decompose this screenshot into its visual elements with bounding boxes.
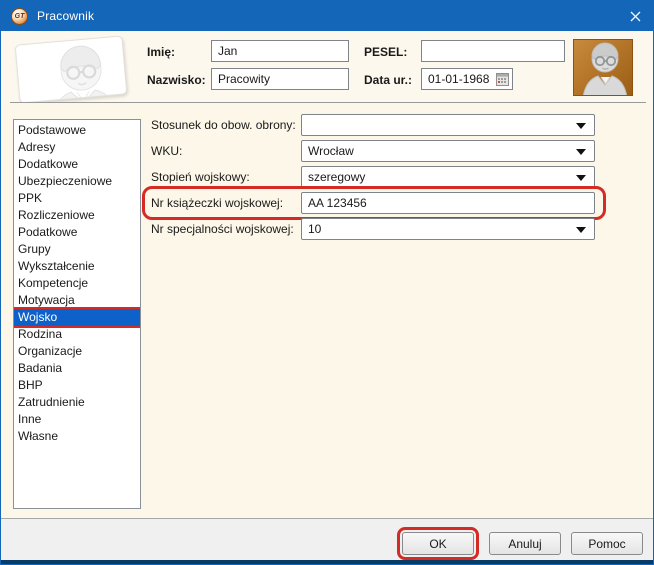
sidebar-item-dodatkowe[interactable]: Dodatkowe (14, 156, 140, 173)
id-card-watermark-person-icon (24, 37, 128, 103)
sidebar-item-ubezpieczeniowe[interactable]: Ubezpieczeniowe (14, 173, 140, 190)
form-row-nrspecjalnociwojskowej: Nr specjalności wojskowej: 10 (151, 218, 595, 240)
footer-button-anuluj[interactable]: Anuluj (489, 532, 561, 555)
employee-photo-person-icon (574, 40, 633, 96)
title-bar[interactable]: GT Pracownik (1, 1, 653, 31)
sidebar-item-adresy[interactable]: Adresy (14, 139, 140, 156)
wojsko-form: Stosunek do obow. obrony: WKU: Wrocław (151, 114, 595, 244)
sidebar-item-podatkowe[interactable]: Podatkowe (14, 224, 140, 241)
imie-value: Jan (218, 44, 237, 58)
sidebar-item-ppk[interactable]: PPK (14, 190, 140, 207)
chevron-down-icon[interactable] (576, 123, 586, 129)
form-row-value: AA 123456 (308, 196, 367, 210)
sidebar-item-bhp[interactable]: BHP (14, 377, 140, 394)
category-list: Podstawowe Adresy Dodatkowe Ubezpieczeni… (13, 119, 141, 509)
footer-bar: OK Anuluj Pomoc (1, 518, 653, 562)
form-row-label: WKU: (151, 144, 301, 158)
form-row-value: szeregowy (308, 170, 365, 184)
app-gt-icon: GT (11, 8, 28, 25)
form-row-value: 10 (308, 222, 321, 236)
footer-button-pomoc[interactable]: Pomoc (571, 532, 643, 555)
sidebar-item-rodzina[interactable]: Rodzina (14, 326, 140, 343)
form-row-nrksieczkiwojskowej: Nr książeczki wojskowej: AA 123456 (151, 192, 595, 214)
chevron-down-icon[interactable] (576, 175, 586, 181)
pracownik-dialog: GT Pracownik Imię: Jan N (0, 0, 654, 565)
close-icon (630, 11, 641, 22)
window-bottom-edge (1, 560, 653, 564)
sidebar-item-zatrudnienie[interactable]: Zatrudnienie (14, 394, 140, 411)
calendar-icon[interactable] (496, 73, 509, 89)
sidebar-item-rozliczeniowe[interactable]: Rozliczeniowe (14, 207, 140, 224)
footer-button-ok[interactable]: OK (402, 532, 474, 555)
form-row-value: Wrocław (308, 144, 354, 158)
form-row-field[interactable]: Wrocław (301, 140, 595, 162)
main-panel: Podstawowe Adresy Dodatkowe Ubezpieczeni… (1, 103, 653, 519)
nazwisko-input[interactable]: Pracowity (211, 68, 349, 90)
sidebar-item-wasne[interactable]: Własne (14, 428, 140, 445)
form-row-label: Stopień wojskowy: (151, 170, 301, 184)
header-panel: Imię: Jan Nazwisko: Pracowity PESEL: Dat… (1, 31, 653, 103)
form-row-wku: WKU: Wrocław (151, 140, 595, 162)
imie-input[interactable]: Jan (211, 40, 349, 62)
form-row-label: Nr książeczki wojskowej: (151, 196, 301, 210)
app-gt-icon-text: GT (15, 13, 25, 20)
imie-label: Imię: (147, 45, 175, 59)
sidebar-item-inne[interactable]: Inne (14, 411, 140, 428)
employee-photo[interactable] (573, 39, 633, 96)
form-row-label: Stosunek do obow. obrony: (151, 118, 301, 132)
data-ur-value: 01-01-1968 (428, 72, 489, 86)
sidebar-item-wojsko[interactable]: Wojsko (14, 309, 140, 326)
data-ur-label: Data ur.: (364, 73, 412, 87)
id-card-graphic (15, 35, 128, 103)
window-title: Pracownik (37, 9, 94, 23)
nazwisko-label: Nazwisko: (147, 73, 206, 87)
form-row-field[interactable]: AA 123456 (301, 192, 595, 214)
sidebar-item-podstawowe[interactable]: Podstawowe (14, 122, 140, 139)
chevron-down-icon[interactable] (576, 149, 586, 155)
close-button[interactable] (617, 1, 653, 31)
sidebar-item-motywacja[interactable]: Motywacja (14, 292, 140, 309)
form-row-field[interactable]: szeregowy (301, 166, 595, 188)
nazwisko-value: Pracowity (218, 72, 270, 86)
sidebar-item-kompetencje[interactable]: Kompetencje (14, 275, 140, 292)
chevron-down-icon[interactable] (576, 227, 586, 233)
form-row-field[interactable] (301, 114, 595, 136)
form-row-label: Nr specjalności wojskowej: (151, 222, 301, 236)
pesel-label: PESEL: (364, 45, 407, 59)
sidebar-item-badania[interactable]: Badania (14, 360, 140, 377)
form-row-field[interactable]: 10 (301, 218, 595, 240)
data-ur-input[interactable]: 01-01-1968 (421, 68, 513, 90)
sidebar-item-grupy[interactable]: Grupy (14, 241, 140, 258)
form-row-stosunekdoobowobrony: Stosunek do obow. obrony: (151, 114, 595, 136)
pesel-input[interactable] (421, 40, 565, 62)
sidebar-item-wyksztacenie[interactable]: Wykształcenie (14, 258, 140, 275)
form-row-stopiewojskowy: Stopień wojskowy: szeregowy (151, 166, 595, 188)
sidebar-item-organizacje[interactable]: Organizacje (14, 343, 140, 360)
